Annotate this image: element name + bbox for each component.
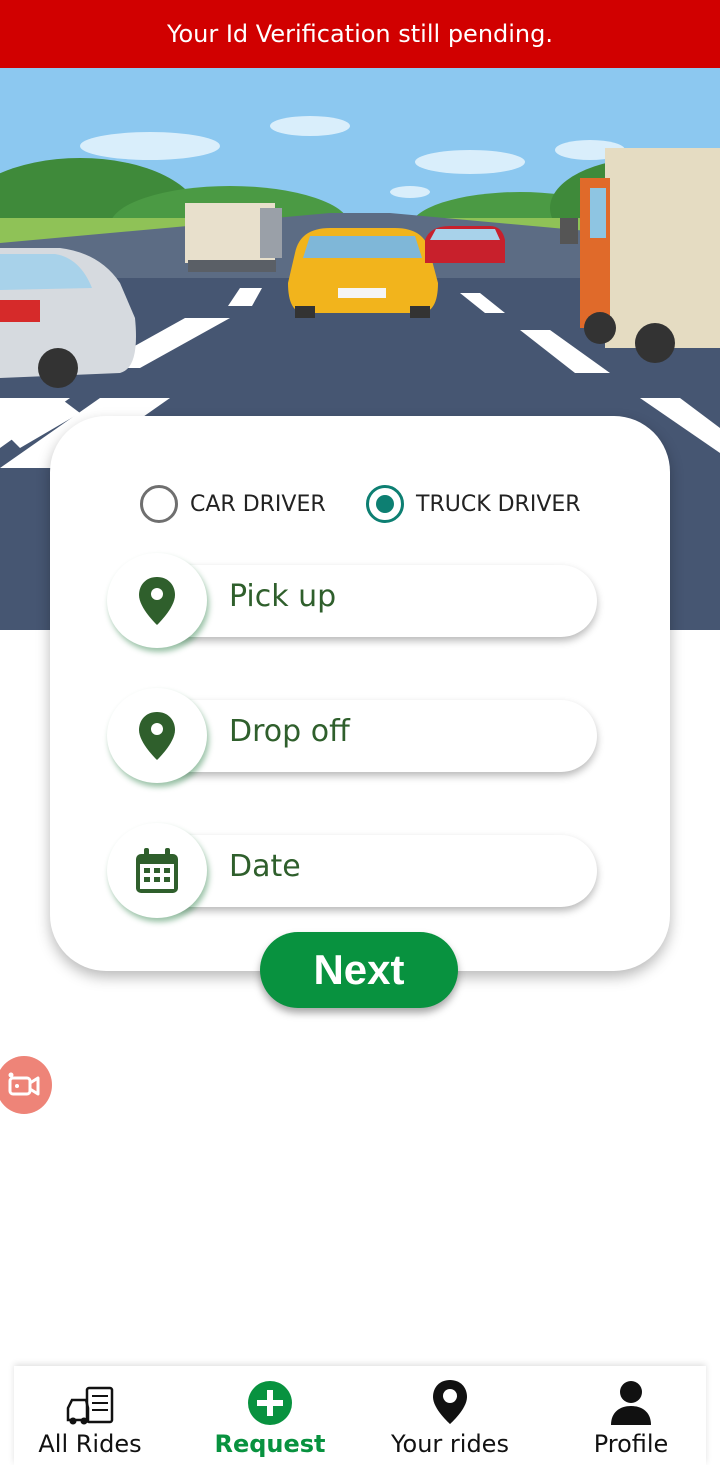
nav-all-rides[interactable]: All Rides <box>34 1366 146 1465</box>
nav-profile-label: Profile <box>593 1430 669 1458</box>
nav-your-rides[interactable]: Your rides <box>384 1366 516 1465</box>
radio-checked-icon <box>366 485 404 523</box>
truck-driver-radio[interactable]: TRUCK DRIVER <box>366 485 581 523</box>
date-field[interactable]: Date <box>107 823 597 918</box>
nav-your-rides-label: Your rides <box>391 1430 509 1458</box>
calendar-icon <box>136 847 178 893</box>
pickup-input-pill[interactable] <box>147 565 597 637</box>
nav-all-rides-label: All Rides <box>38 1430 142 1458</box>
car-driver-radio[interactable]: CAR DRIVER <box>140 485 326 523</box>
nav-request-label: Request <box>214 1430 326 1458</box>
nav-profile[interactable]: Profile <box>584 1366 678 1465</box>
map-pin-icon <box>139 711 175 760</box>
map-pin-icon <box>139 576 175 625</box>
verification-banner: Your Id Verification still pending. <box>0 0 720 68</box>
pickup-field[interactable]: Pick up <box>107 553 597 648</box>
date-icon-circle <box>107 823 207 918</box>
date-label: Date <box>229 849 301 884</box>
user-icon <box>611 1381 651 1425</box>
map-pin-icon <box>433 1380 467 1424</box>
dropoff-input-pill[interactable] <box>147 700 597 772</box>
nav-request[interactable]: Request <box>212 1366 328 1465</box>
app-screen: Your Id Verification still pending. CAR … <box>0 0 720 1465</box>
bottom-navigation: All Rides Request Your rides Profile <box>14 1366 706 1465</box>
plus-circle-icon <box>248 1381 292 1425</box>
car-driver-label: CAR DRIVER <box>190 491 326 517</box>
pickup-icon-circle <box>107 553 207 648</box>
dropoff-icon-circle <box>107 688 207 783</box>
floating-video-button[interactable] <box>0 1056 52 1114</box>
driver-type-group: CAR DRIVER TRUCK DRIVER <box>0 485 720 525</box>
pickup-label: Pick up <box>229 579 337 614</box>
verification-banner-text: Your Id Verification still pending. <box>166 20 553 48</box>
next-button[interactable]: Next <box>260 932 458 1008</box>
dropoff-label: Drop off <box>229 714 350 749</box>
date-input-pill[interactable] <box>147 835 597 907</box>
radio-unchecked-icon <box>140 485 178 523</box>
rides-list-icon <box>66 1386 114 1425</box>
dropoff-field[interactable]: Drop off <box>107 688 597 783</box>
truck-driver-label: TRUCK DRIVER <box>416 491 581 517</box>
next-button-label: Next <box>313 946 405 993</box>
video-camera-icon <box>8 1072 40 1096</box>
